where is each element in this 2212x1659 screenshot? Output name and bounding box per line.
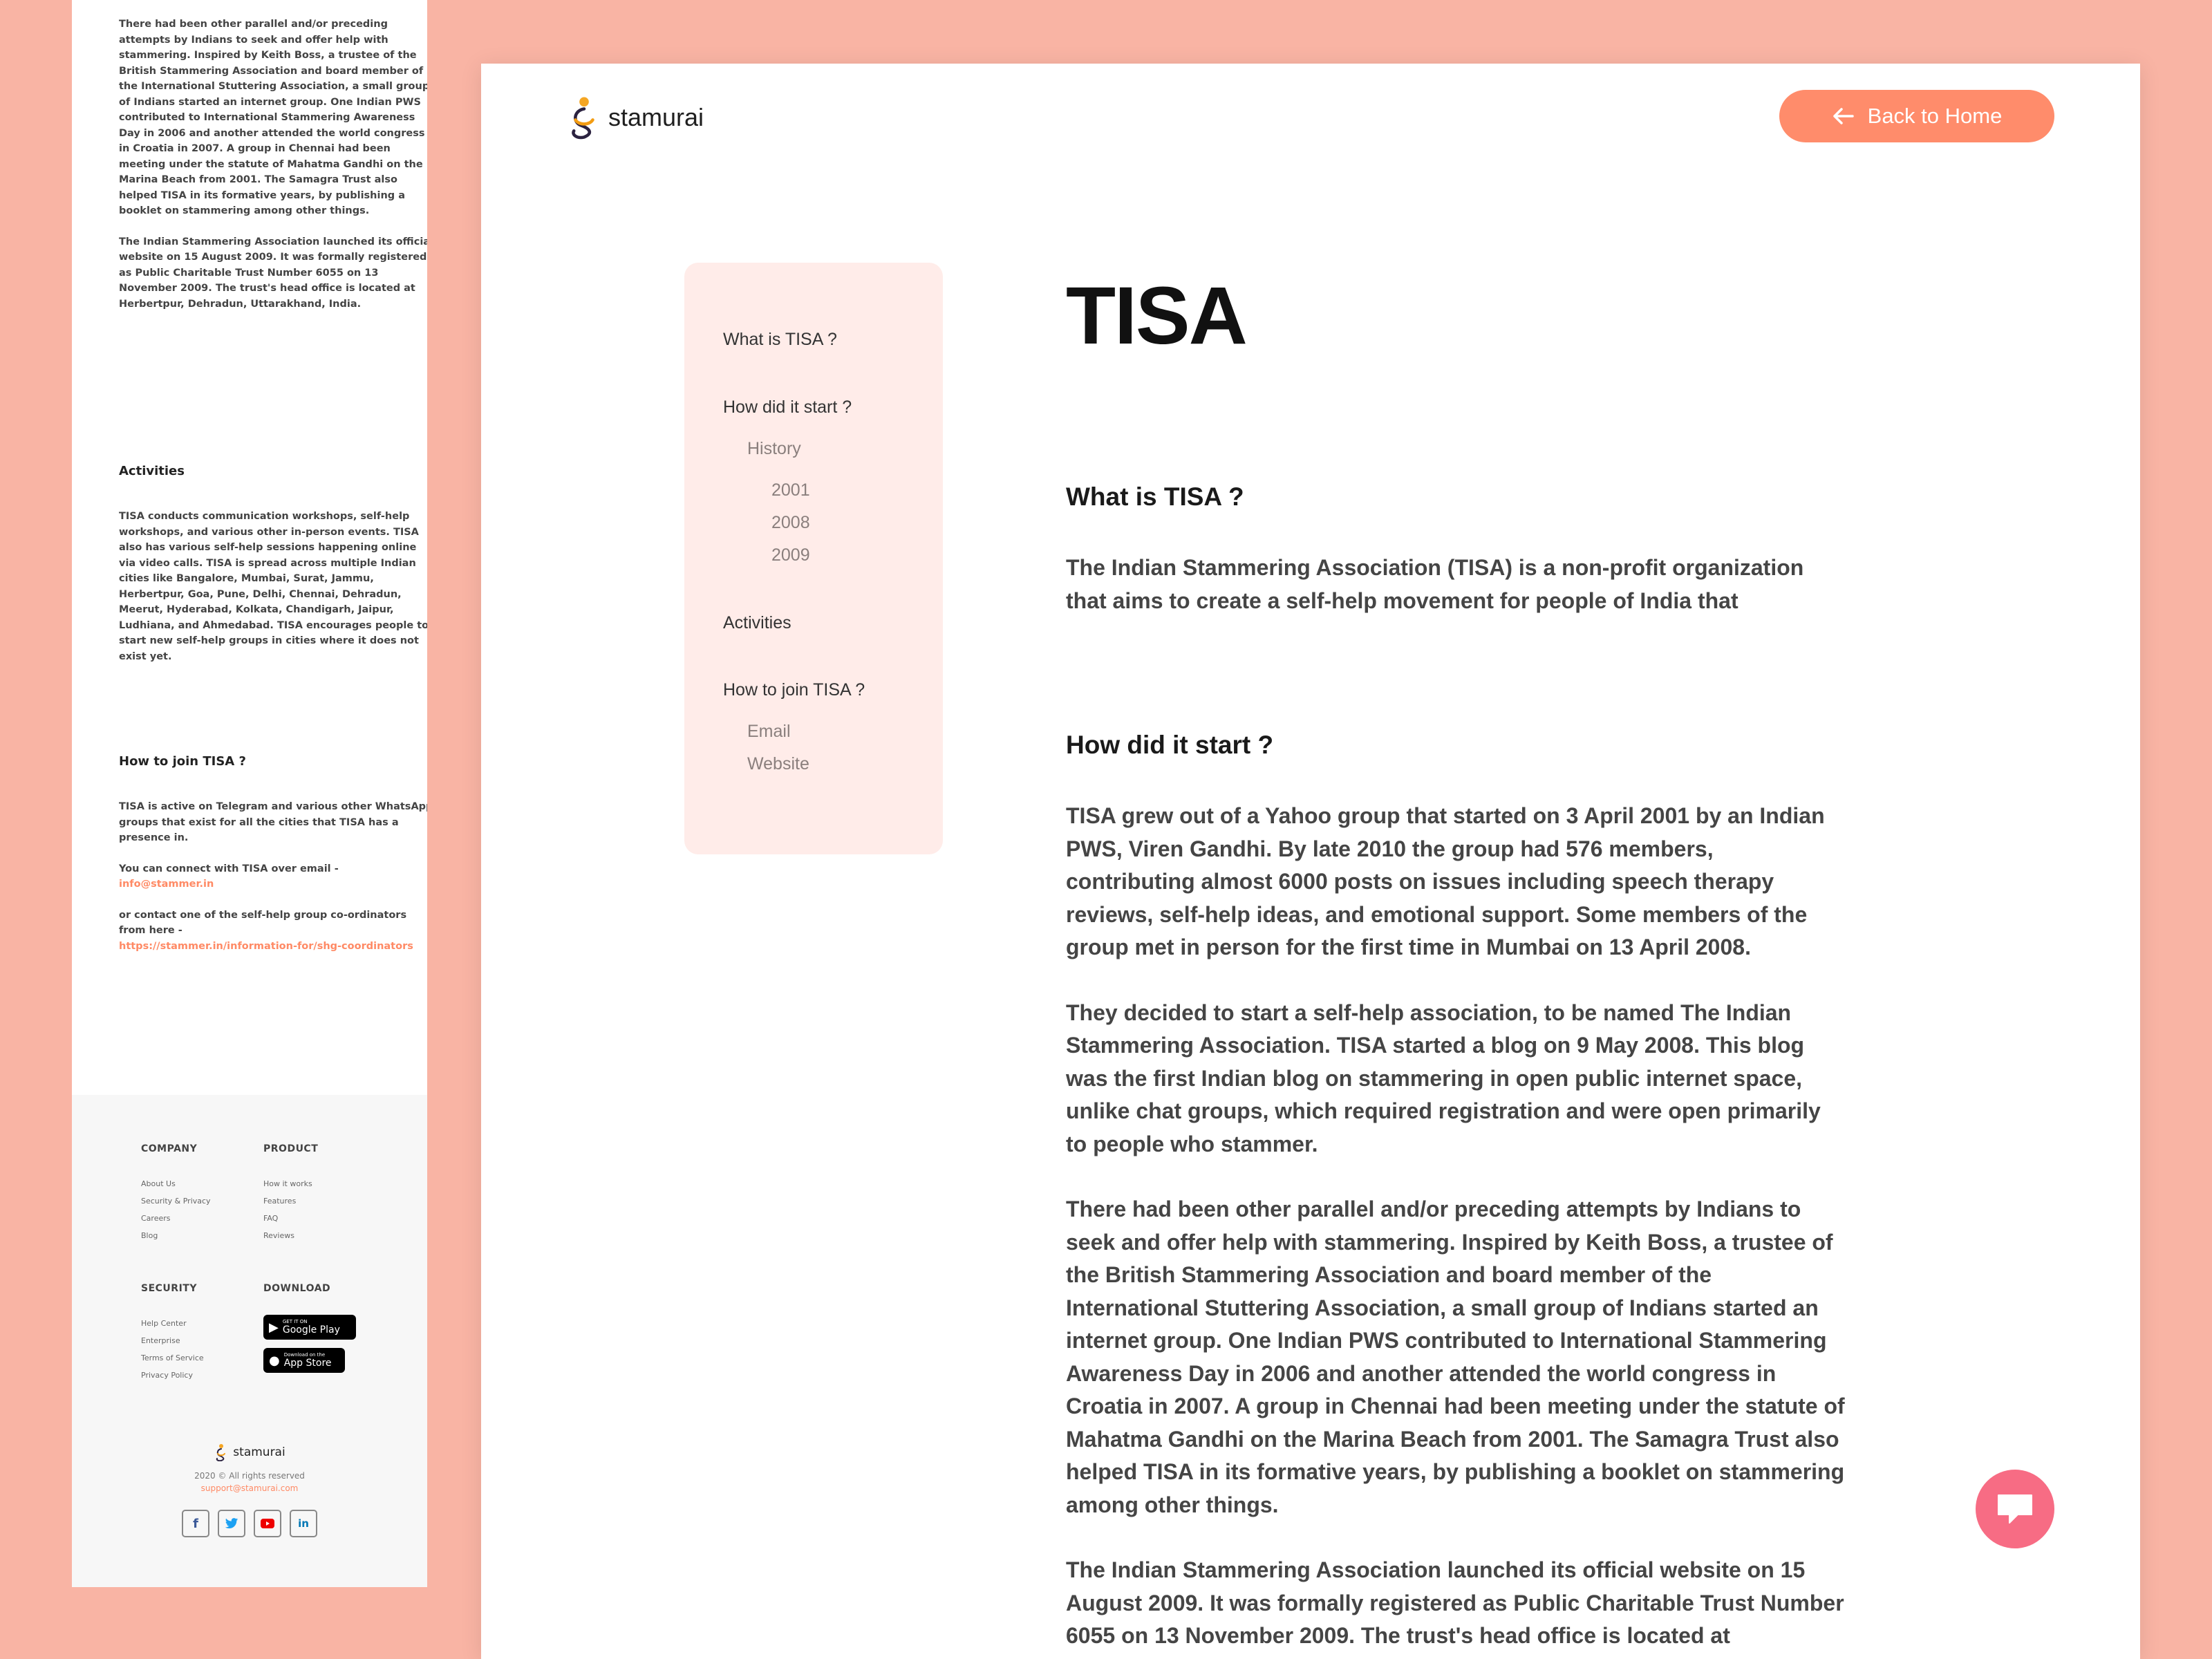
app-store-big-text: App Store (283, 1358, 332, 1369)
mobile-preview: There had been other parallel and/or pre… (72, 0, 427, 1587)
mobile-join-heading: How to join TISA ? (119, 754, 246, 769)
mobile-activities-text: TISA conducts communication workshops, s… (119, 511, 427, 662)
footer-product-column: PRODUCT How it works Features FAQ Review… (263, 1143, 318, 1240)
footer-link[interactable]: Features (263, 1197, 318, 1206)
footer-link[interactable]: Careers (141, 1214, 211, 1223)
table-of-contents: What is TISA ? How did it start ? Histor… (684, 263, 943, 854)
footer-download-column: DOWNLOAD ▶ GET IT ON Google Play ● Downl… (263, 1283, 356, 1381)
toc-item-2001[interactable]: 2001 (684, 480, 810, 500)
page-title: TISA (1066, 270, 1248, 362)
toc-item-website[interactable]: Website (684, 753, 809, 774)
footer-company-title: COMPANY (141, 1143, 198, 1154)
section-paragraph: There had been other parallel and/or pre… (1066, 1197, 1845, 1517)
apple-icon: ● (269, 1353, 280, 1368)
section-paragraph: They decided to start a self-help associ… (1066, 1000, 1821, 1156)
toc-item-history[interactable]: History (684, 438, 801, 459)
footer-link[interactable]: Enterprise (141, 1336, 204, 1345)
section-paragraph: The Indian Stammering Association (TISA)… (1066, 555, 1804, 613)
footer-link[interactable]: About Us (141, 1179, 211, 1188)
logo-text: stamurai (608, 103, 704, 131)
google-play-icon: ▶ (269, 1320, 279, 1335)
section-heading-how-did-it-start: How did it start ? (1066, 731, 1274, 759)
toc-item-what-is-tisa[interactable]: What is TISA ? (684, 329, 837, 350)
mobile-content: There had been other parallel and/or pre… (119, 17, 427, 969)
mobile-footer: COMPANY About Us Security & Privacy Care… (72, 1095, 427, 1587)
back-to-home-label: Back to Home (1867, 104, 2003, 128)
arrow-left-icon (1833, 108, 1854, 124)
footer-download-title: DOWNLOAD (263, 1283, 331, 1294)
meditating-figure-icon (572, 97, 594, 140)
section-paragraph: The Indian Stammering Association launch… (1066, 1557, 1844, 1648)
stamurai-logo[interactable]: stamurai (567, 95, 704, 140)
footer-link[interactable]: FAQ (263, 1214, 318, 1223)
linkedin-icon[interactable]: in (290, 1510, 317, 1537)
copyright-text: 2020 © All rights reserved (194, 1471, 305, 1481)
toc-item-how-did-it-start[interactable]: How did it start ? (684, 397, 852, 418)
mobile-join-text: TISA is active on Telegram and various o… (119, 801, 427, 843)
article-body: TISA What is TISA ? The Indian Stammerin… (1066, 271, 1847, 1653)
mobile-footer-logo-text: stamurai (233, 1445, 285, 1459)
toc-item-activities[interactable]: Activities (684, 612, 791, 633)
footer-link[interactable]: Blog (141, 1231, 211, 1240)
mobile-footer-logo[interactable]: stamurai (214, 1443, 285, 1461)
mobile-paragraph: There had been other parallel and/or pre… (119, 19, 427, 216)
footer-link[interactable]: Security & Privacy (141, 1197, 211, 1206)
google-play-big-text: Google Play (282, 1324, 340, 1335)
footer-link[interactable]: Help Center (141, 1319, 204, 1328)
app-store-badge[interactable]: ● Download on the App Store (263, 1348, 345, 1373)
google-play-badge[interactable]: ▶ GET IT ON Google Play (263, 1315, 356, 1340)
mobile-join-coordinators-link[interactable]: https://stammer.in/information-for/shg-c… (119, 941, 413, 952)
chat-bubble-icon (1998, 1494, 2032, 1524)
section-heading-what-is-tisa: What is TISA ? (1066, 482, 1244, 511)
section-paragraph: TISA grew out of a Yahoo group that star… (1066, 803, 1825, 959)
footer-security-title: SECURITY (141, 1283, 197, 1294)
facebook-icon[interactable]: f (182, 1510, 209, 1537)
mobile-activities-heading: Activities (119, 464, 185, 478)
toc-item-2009[interactable]: 2009 (684, 545, 810, 565)
chat-button[interactable] (1976, 1470, 2054, 1548)
mobile-join-email-line: You can connect with TISA over email - i… (119, 861, 427, 892)
back-to-home-button[interactable]: Back to Home (1779, 90, 2054, 142)
meditating-figure-icon (216, 1444, 226, 1461)
toc-item-how-to-join[interactable]: How to join TISA ? (684, 679, 865, 700)
mobile-join-email-label: You can connect with TISA over email - (119, 863, 339, 874)
app-store-small-text: Download on the (283, 1352, 326, 1358)
mobile-join-link-label: or contact one of the self-help group co… (119, 909, 407, 937)
mobile-join-link-line: or contact one of the self-help group co… (119, 908, 427, 955)
footer-link[interactable]: Terms of Service (141, 1353, 204, 1362)
support-email-link[interactable]: support@stamurai.com (72, 1483, 427, 1493)
toc-item-email[interactable]: Email (684, 721, 791, 742)
google-play-small-text: GET IT ON (282, 1319, 308, 1324)
footer-company-column: COMPANY About Us Security & Privacy Care… (141, 1143, 211, 1240)
footer-link[interactable]: Reviews (263, 1231, 318, 1240)
youtube-icon[interactable] (254, 1510, 281, 1537)
twitter-icon[interactable] (218, 1510, 245, 1537)
footer-security-column: SECURITY Help Center Enterprise Terms of… (141, 1283, 204, 1380)
toc-item-2008[interactable]: 2008 (684, 512, 810, 533)
mobile-join-email-link[interactable]: info@stammer.in (119, 879, 214, 890)
mobile-footer-brand: stamurai 2020 © All rights reserved supp… (72, 1443, 427, 1537)
mobile-paragraph: The Indian Stammering Association launch… (119, 236, 427, 310)
social-links: f in (72, 1510, 427, 1537)
footer-link[interactable]: How it works (263, 1179, 318, 1188)
footer-product-title: PRODUCT (263, 1143, 319, 1154)
article-page: stamurai Back to Home What is TISA ? How… (481, 64, 2140, 1659)
footer-link[interactable]: Privacy Policy (141, 1371, 204, 1380)
